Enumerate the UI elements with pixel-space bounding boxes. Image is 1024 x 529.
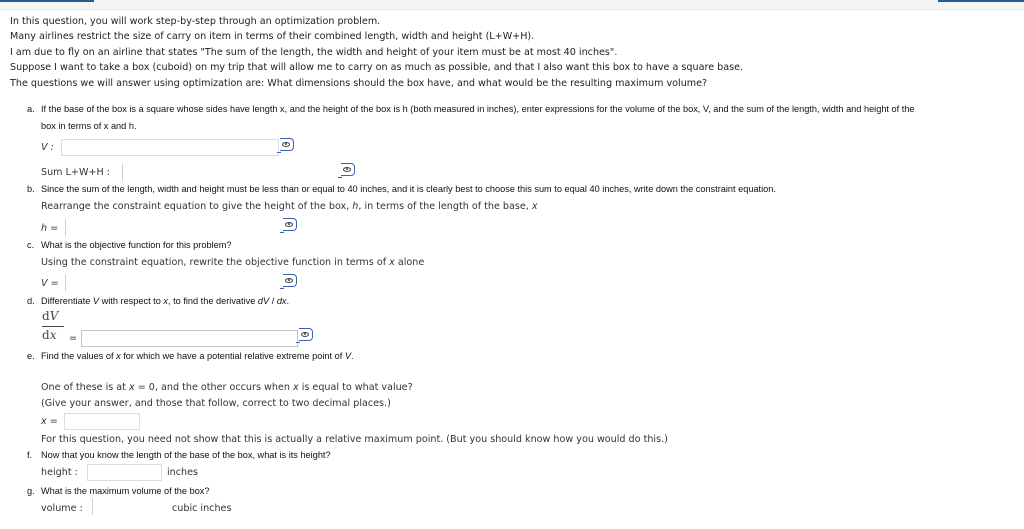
volume-label: V :	[41, 142, 54, 153]
part-f-text: Now that you know the length of the base…	[41, 450, 331, 460]
part-e-line2: (Give your answer, and those that follow…	[41, 398, 391, 409]
max-volume-label: volume :	[41, 503, 83, 514]
objective-input[interactable]	[65, 274, 281, 291]
intro-line: I am due to fly on an airline that state…	[10, 46, 618, 58]
v-label: V =	[41, 278, 59, 289]
intro-line: The questions we will answer using optim…	[10, 77, 708, 89]
part-c-subtext: Using the constraint equation, rewrite t…	[41, 257, 425, 268]
part-a-letter: a.	[27, 104, 35, 114]
part-e-line1: One of these is at x = 0, and the other …	[41, 382, 413, 393]
derivative-fraction: dV dx	[42, 309, 66, 345]
part-d-letter: d.	[27, 296, 35, 306]
fraction-denominator: dx	[42, 328, 57, 342]
preview-button-h[interactable]	[280, 218, 297, 233]
height-label: height :	[41, 467, 78, 478]
sum-input[interactable]	[122, 164, 340, 181]
intro-line: Suppose I want to take a box (cuboid) on…	[10, 62, 744, 74]
eye-preview-icon	[282, 141, 290, 147]
active-tab-indicator-right[interactable]	[938, 0, 1024, 2]
part-c-text: What is the objective function for this …	[41, 240, 232, 250]
part-g-text: What is the maximum volume of the box?	[41, 486, 210, 496]
part-a-text: If the base of the box is a square whose…	[41, 104, 915, 114]
max-volume-unit: cubic inches	[172, 503, 232, 514]
eye-preview-icon	[343, 166, 351, 172]
part-b-letter: b.	[27, 184, 35, 194]
eye-preview-icon	[301, 331, 309, 337]
part-e-note: For this question, you need not show tha…	[41, 434, 668, 445]
active-tab-indicator-left[interactable]	[0, 0, 94, 2]
fraction-bar	[42, 326, 64, 327]
max-volume-input[interactable]	[92, 498, 168, 515]
eye-preview-icon	[285, 221, 293, 227]
preview-button-volume[interactable]	[277, 138, 294, 153]
part-e-text: Find the values of x for which we have a…	[41, 351, 354, 361]
h-input[interactable]	[65, 219, 281, 236]
question-intro: In this question, you will work step-by-…	[10, 14, 743, 91]
part-a-text-line2: box in terms of x and h.	[41, 121, 137, 131]
height-input[interactable]	[87, 464, 162, 481]
intro-line: Many airlines restrict the size of carry…	[10, 31, 535, 43]
derivative-input[interactable]	[81, 330, 298, 347]
preview-button-objective[interactable]	[280, 274, 297, 289]
part-e-letter: e.	[27, 351, 35, 361]
part-g-letter: g.	[27, 486, 35, 496]
fraction-numerator: dV	[42, 309, 59, 323]
height-unit: inches	[167, 467, 199, 478]
volume-input[interactable]	[61, 139, 279, 156]
top-bar	[0, 0, 1024, 10]
part-c-letter: c.	[27, 240, 35, 250]
sum-label: Sum L+W+H :	[41, 167, 110, 178]
preview-button-derivative[interactable]	[296, 328, 313, 343]
part-b-subtext: Rearrange the constraint equation to giv…	[41, 201, 538, 212]
intro-line: In this question, you will work step-by-…	[10, 16, 381, 27]
x-input[interactable]	[64, 413, 140, 430]
x-label: x =	[41, 416, 58, 427]
part-b-text: Since the sum of the length, width and h…	[41, 184, 776, 194]
preview-button-sum[interactable]	[338, 163, 355, 178]
part-f-letter: f.	[27, 450, 33, 460]
equals-sign: =	[69, 333, 78, 344]
eye-preview-icon	[285, 277, 293, 283]
part-d-text: Differentiate V with respect to x, to fi…	[41, 296, 290, 306]
h-label: h =	[41, 223, 59, 234]
